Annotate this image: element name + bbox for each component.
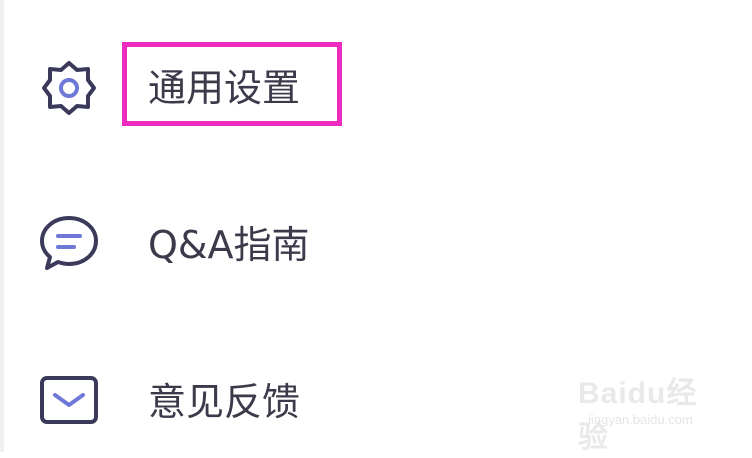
chat-bubble-icon xyxy=(36,210,102,276)
highlight-box xyxy=(122,42,342,126)
menu-item-general-settings[interactable]: 通用设置 xyxy=(0,28,752,148)
watermark: Baidu经验 jingyan.baidu.com xyxy=(578,368,728,454)
gear-icon xyxy=(36,55,102,121)
watermark-url: jingyan.baidu.com xyxy=(588,412,693,427)
menu-item-label: Q&A指南 xyxy=(148,223,310,267)
menu-item-qa-guide[interactable]: Q&A指南 xyxy=(0,183,752,303)
menu-item-label: 意见反馈 xyxy=(148,380,301,424)
mail-icon xyxy=(36,368,102,434)
